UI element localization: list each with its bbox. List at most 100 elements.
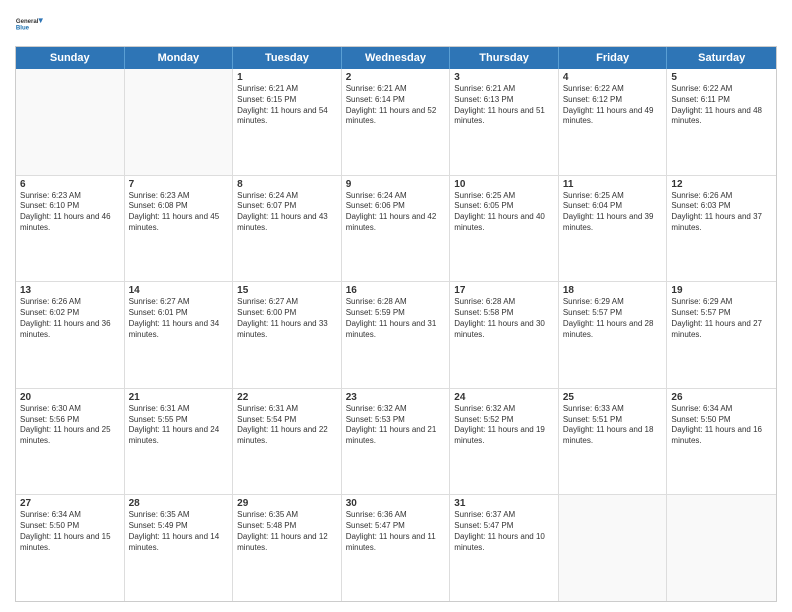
day-number: 28 — [129, 498, 229, 509]
cal-cell-1-5: 11Sunrise: 6:25 AMSunset: 6:04 PMDayligh… — [559, 176, 668, 282]
day-info: Sunrise: 6:21 AMSunset: 6:14 PMDaylight:… — [346, 84, 446, 127]
day-info: Sunrise: 6:21 AMSunset: 6:15 PMDaylight:… — [237, 84, 337, 127]
cal-cell-0-4: 3Sunrise: 6:21 AMSunset: 6:13 PMDaylight… — [450, 69, 559, 175]
day-info: Sunrise: 6:22 AMSunset: 6:11 PMDaylight:… — [671, 84, 772, 127]
header-monday: Monday — [125, 47, 234, 69]
day-number: 12 — [671, 179, 772, 190]
day-number: 29 — [237, 498, 337, 509]
day-info: Sunrise: 6:22 AMSunset: 6:12 PMDaylight:… — [563, 84, 663, 127]
cal-cell-2-0: 13Sunrise: 6:26 AMSunset: 6:02 PMDayligh… — [16, 282, 125, 388]
cal-cell-0-5: 4Sunrise: 6:22 AMSunset: 6:12 PMDaylight… — [559, 69, 668, 175]
day-number: 24 — [454, 392, 554, 403]
cal-cell-0-3: 2Sunrise: 6:21 AMSunset: 6:14 PMDaylight… — [342, 69, 451, 175]
day-number: 18 — [563, 285, 663, 296]
day-info: Sunrise: 6:23 AMSunset: 6:08 PMDaylight:… — [129, 191, 229, 234]
logo-icon: GeneralBlue — [15, 10, 43, 38]
day-number: 8 — [237, 179, 337, 190]
svg-text:General: General — [16, 19, 39, 25]
cal-cell-2-6: 19Sunrise: 6:29 AMSunset: 5:57 PMDayligh… — [667, 282, 776, 388]
day-info: Sunrise: 6:34 AMSunset: 5:50 PMDaylight:… — [20, 510, 120, 553]
day-info: Sunrise: 6:32 AMSunset: 5:52 PMDaylight:… — [454, 404, 554, 447]
cal-cell-4-2: 29Sunrise: 6:35 AMSunset: 5:48 PMDayligh… — [233, 495, 342, 601]
day-info: Sunrise: 6:28 AMSunset: 5:59 PMDaylight:… — [346, 297, 446, 340]
day-number: 7 — [129, 179, 229, 190]
cal-cell-0-6: 5Sunrise: 6:22 AMSunset: 6:11 PMDaylight… — [667, 69, 776, 175]
cal-cell-1-3: 9Sunrise: 6:24 AMSunset: 6:06 PMDaylight… — [342, 176, 451, 282]
cal-row-1: 1Sunrise: 6:21 AMSunset: 6:15 PMDaylight… — [16, 69, 776, 176]
day-number: 16 — [346, 285, 446, 296]
cal-cell-0-1 — [125, 69, 234, 175]
cal-row-2: 6Sunrise: 6:23 AMSunset: 6:10 PMDaylight… — [16, 176, 776, 283]
day-info: Sunrise: 6:27 AMSunset: 6:01 PMDaylight:… — [129, 297, 229, 340]
cal-cell-2-4: 17Sunrise: 6:28 AMSunset: 5:58 PMDayligh… — [450, 282, 559, 388]
cal-cell-4-5 — [559, 495, 668, 601]
day-info: Sunrise: 6:26 AMSunset: 6:03 PMDaylight:… — [671, 191, 772, 234]
day-info: Sunrise: 6:32 AMSunset: 5:53 PMDaylight:… — [346, 404, 446, 447]
day-info: Sunrise: 6:36 AMSunset: 5:47 PMDaylight:… — [346, 510, 446, 553]
day-number: 13 — [20, 285, 120, 296]
cal-cell-2-3: 16Sunrise: 6:28 AMSunset: 5:59 PMDayligh… — [342, 282, 451, 388]
day-number: 5 — [671, 72, 772, 83]
day-info: Sunrise: 6:27 AMSunset: 6:00 PMDaylight:… — [237, 297, 337, 340]
header-thursday: Thursday — [450, 47, 559, 69]
cal-row-4: 20Sunrise: 6:30 AMSunset: 5:56 PMDayligh… — [16, 389, 776, 496]
page: GeneralBlue Sunday Monday Tuesday Wednes… — [0, 0, 792, 612]
day-info: Sunrise: 6:37 AMSunset: 5:47 PMDaylight:… — [454, 510, 554, 553]
header: GeneralBlue — [15, 10, 777, 38]
header-sunday: Sunday — [16, 47, 125, 69]
day-info: Sunrise: 6:26 AMSunset: 6:02 PMDaylight:… — [20, 297, 120, 340]
cal-cell-4-1: 28Sunrise: 6:35 AMSunset: 5:49 PMDayligh… — [125, 495, 234, 601]
calendar: Sunday Monday Tuesday Wednesday Thursday… — [15, 46, 777, 602]
day-info: Sunrise: 6:28 AMSunset: 5:58 PMDaylight:… — [454, 297, 554, 340]
header-friday: Friday — [559, 47, 668, 69]
cal-cell-1-0: 6Sunrise: 6:23 AMSunset: 6:10 PMDaylight… — [16, 176, 125, 282]
cal-row-3: 13Sunrise: 6:26 AMSunset: 6:02 PMDayligh… — [16, 282, 776, 389]
cal-cell-3-0: 20Sunrise: 6:30 AMSunset: 5:56 PMDayligh… — [16, 389, 125, 495]
day-number: 11 — [563, 179, 663, 190]
header-tuesday: Tuesday — [233, 47, 342, 69]
cal-cell-3-5: 25Sunrise: 6:33 AMSunset: 5:51 PMDayligh… — [559, 389, 668, 495]
day-number: 3 — [454, 72, 554, 83]
day-number: 2 — [346, 72, 446, 83]
day-number: 1 — [237, 72, 337, 83]
day-info: Sunrise: 6:31 AMSunset: 5:54 PMDaylight:… — [237, 404, 337, 447]
day-number: 20 — [20, 392, 120, 403]
cal-cell-4-3: 30Sunrise: 6:36 AMSunset: 5:47 PMDayligh… — [342, 495, 451, 601]
cal-cell-1-4: 10Sunrise: 6:25 AMSunset: 6:05 PMDayligh… — [450, 176, 559, 282]
day-number: 31 — [454, 498, 554, 509]
day-number: 22 — [237, 392, 337, 403]
day-info: Sunrise: 6:25 AMSunset: 6:04 PMDaylight:… — [563, 191, 663, 234]
day-number: 15 — [237, 285, 337, 296]
day-info: Sunrise: 6:29 AMSunset: 5:57 PMDaylight:… — [671, 297, 772, 340]
day-number: 14 — [129, 285, 229, 296]
cal-cell-4-0: 27Sunrise: 6:34 AMSunset: 5:50 PMDayligh… — [16, 495, 125, 601]
day-number: 9 — [346, 179, 446, 190]
day-number: 4 — [563, 72, 663, 83]
cal-cell-2-2: 15Sunrise: 6:27 AMSunset: 6:00 PMDayligh… — [233, 282, 342, 388]
logo: GeneralBlue — [15, 10, 47, 38]
header-wednesday: Wednesday — [342, 47, 451, 69]
day-number: 17 — [454, 285, 554, 296]
calendar-header: Sunday Monday Tuesday Wednesday Thursday… — [16, 47, 776, 69]
day-info: Sunrise: 6:23 AMSunset: 6:10 PMDaylight:… — [20, 191, 120, 234]
day-info: Sunrise: 6:30 AMSunset: 5:56 PMDaylight:… — [20, 404, 120, 447]
day-number: 30 — [346, 498, 446, 509]
cal-cell-0-2: 1Sunrise: 6:21 AMSunset: 6:15 PMDaylight… — [233, 69, 342, 175]
day-number: 10 — [454, 179, 554, 190]
day-info: Sunrise: 6:24 AMSunset: 6:06 PMDaylight:… — [346, 191, 446, 234]
cal-cell-4-4: 31Sunrise: 6:37 AMSunset: 5:47 PMDayligh… — [450, 495, 559, 601]
day-info: Sunrise: 6:34 AMSunset: 5:50 PMDaylight:… — [671, 404, 772, 447]
day-info: Sunrise: 6:29 AMSunset: 5:57 PMDaylight:… — [563, 297, 663, 340]
day-number: 6 — [20, 179, 120, 190]
cal-cell-1-2: 8Sunrise: 6:24 AMSunset: 6:07 PMDaylight… — [233, 176, 342, 282]
cal-cell-1-1: 7Sunrise: 6:23 AMSunset: 6:08 PMDaylight… — [125, 176, 234, 282]
header-saturday: Saturday — [667, 47, 776, 69]
day-number: 25 — [563, 392, 663, 403]
day-number: 21 — [129, 392, 229, 403]
day-info: Sunrise: 6:33 AMSunset: 5:51 PMDaylight:… — [563, 404, 663, 447]
cal-cell-3-6: 26Sunrise: 6:34 AMSunset: 5:50 PMDayligh… — [667, 389, 776, 495]
cal-row-5: 27Sunrise: 6:34 AMSunset: 5:50 PMDayligh… — [16, 495, 776, 601]
day-info: Sunrise: 6:21 AMSunset: 6:13 PMDaylight:… — [454, 84, 554, 127]
day-info: Sunrise: 6:24 AMSunset: 6:07 PMDaylight:… — [237, 191, 337, 234]
day-number: 26 — [671, 392, 772, 403]
